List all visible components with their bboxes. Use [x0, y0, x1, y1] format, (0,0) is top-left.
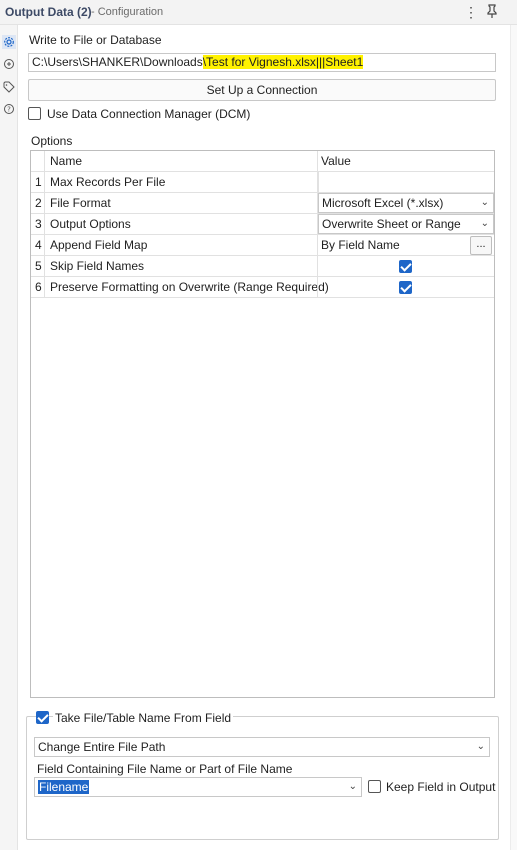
row-number: 3 [35, 217, 42, 231]
row-number: 2 [35, 196, 42, 210]
row-number: 6 [35, 280, 42, 294]
filename-field-value: Filename [38, 780, 90, 794]
row-number: 1 [35, 175, 42, 189]
table-row: 1 Max Records Per File [31, 172, 494, 193]
field-containing-label: Field Containing File Name or Part of Fi… [37, 762, 293, 776]
right-edge-strip [510, 25, 517, 850]
take-name-label: Take File/Table Name From Field [53, 711, 234, 725]
keep-field-label: Keep Field in Output [386, 780, 496, 794]
options-label: Options [31, 134, 73, 148]
filename-field-select[interactable]: Filename ⌄ [34, 777, 362, 797]
panel-header: Output Data (2) - Configuration ⋮ [0, 0, 517, 25]
row-number: 4 [35, 238, 42, 252]
chevron-down-icon: ⌄ [476, 741, 485, 752]
help-icon[interactable]: ? [2, 102, 16, 116]
row-name: File Format [50, 196, 111, 210]
setup-connection-button[interactable]: Set Up a Connection [28, 79, 496, 101]
append-field-map-value: By Field Name [321, 238, 400, 252]
row-name: Append Field Map [50, 238, 148, 252]
file-format-value: Microsoft Excel (*.xlsx) [322, 196, 444, 210]
row-name: Skip Field Names [50, 259, 145, 273]
skip-field-names-checkbox[interactable] [399, 260, 412, 273]
table-row: 2 File Format Microsoft Excel (*.xlsx) ⌄ [31, 193, 494, 214]
max-records-input[interactable] [318, 172, 494, 193]
path-prefix: C:\Users\SHANKER\Downloads [32, 55, 203, 69]
chevron-down-icon: ⌄ [480, 218, 489, 229]
header-name: Name [50, 154, 83, 168]
preserve-formatting-checkbox[interactable] [399, 281, 412, 294]
side-rail: ? [0, 25, 18, 850]
tool-icon[interactable] [2, 57, 16, 71]
write-to-label: Write to File or Database [29, 33, 162, 47]
keep-field-checkbox[interactable] [368, 780, 381, 793]
header-value: Value [321, 154, 351, 168]
tag-icon[interactable] [2, 80, 16, 94]
row-number: 5 [35, 259, 42, 273]
panel-title: Output Data (2) [5, 5, 92, 19]
gear-icon[interactable] [2, 35, 16, 49]
table-row: 3 Output Options Overwrite Sheet or Rang… [31, 214, 494, 235]
output-options-select[interactable]: Overwrite Sheet or Range ⌄ [318, 214, 494, 234]
table-row: 4 Append Field Map By Field Name ... [31, 235, 494, 256]
pin-icon[interactable] [486, 4, 498, 21]
dcm-checkbox[interactable] [28, 107, 41, 120]
row-name: Output Options [50, 217, 131, 231]
chevron-down-icon: ⌄ [480, 197, 489, 208]
chevron-down-icon: ⌄ [348, 781, 357, 792]
panel-subtitle: - Configuration [91, 6, 164, 18]
file-format-select[interactable]: Microsoft Excel (*.xlsx) ⌄ [318, 193, 494, 213]
row-name: Preserve Formatting on Overwrite (Range … [50, 280, 329, 294]
file-path-mode-value: Change Entire File Path [38, 740, 166, 754]
dcm-label: Use Data Connection Manager (DCM) [47, 107, 251, 121]
file-path-mode-select[interactable]: Change Entire File Path ⌄ [34, 737, 490, 757]
path-highlight: \Test for Vignesh.xlsx|||Sheet1 [202, 55, 364, 69]
append-field-map-button[interactable]: ... [470, 236, 492, 255]
svg-text:?: ? [7, 106, 11, 114]
output-options-value: Overwrite Sheet or Range [322, 217, 461, 231]
take-name-checkbox[interactable] [36, 711, 49, 724]
vertical-ellipsis-icon[interactable]: ⋮ [464, 4, 478, 21]
output-path-field[interactable]: C:\Users\SHANKER\Downloads\Test for Vign… [28, 53, 496, 72]
row-name: Max Records Per File [50, 175, 166, 189]
grid-header-row: Name Value [31, 151, 494, 172]
table-row: 5 Skip Field Names [31, 256, 494, 277]
table-row: 6 Preserve Formatting on Overwrite (Rang… [31, 277, 494, 298]
